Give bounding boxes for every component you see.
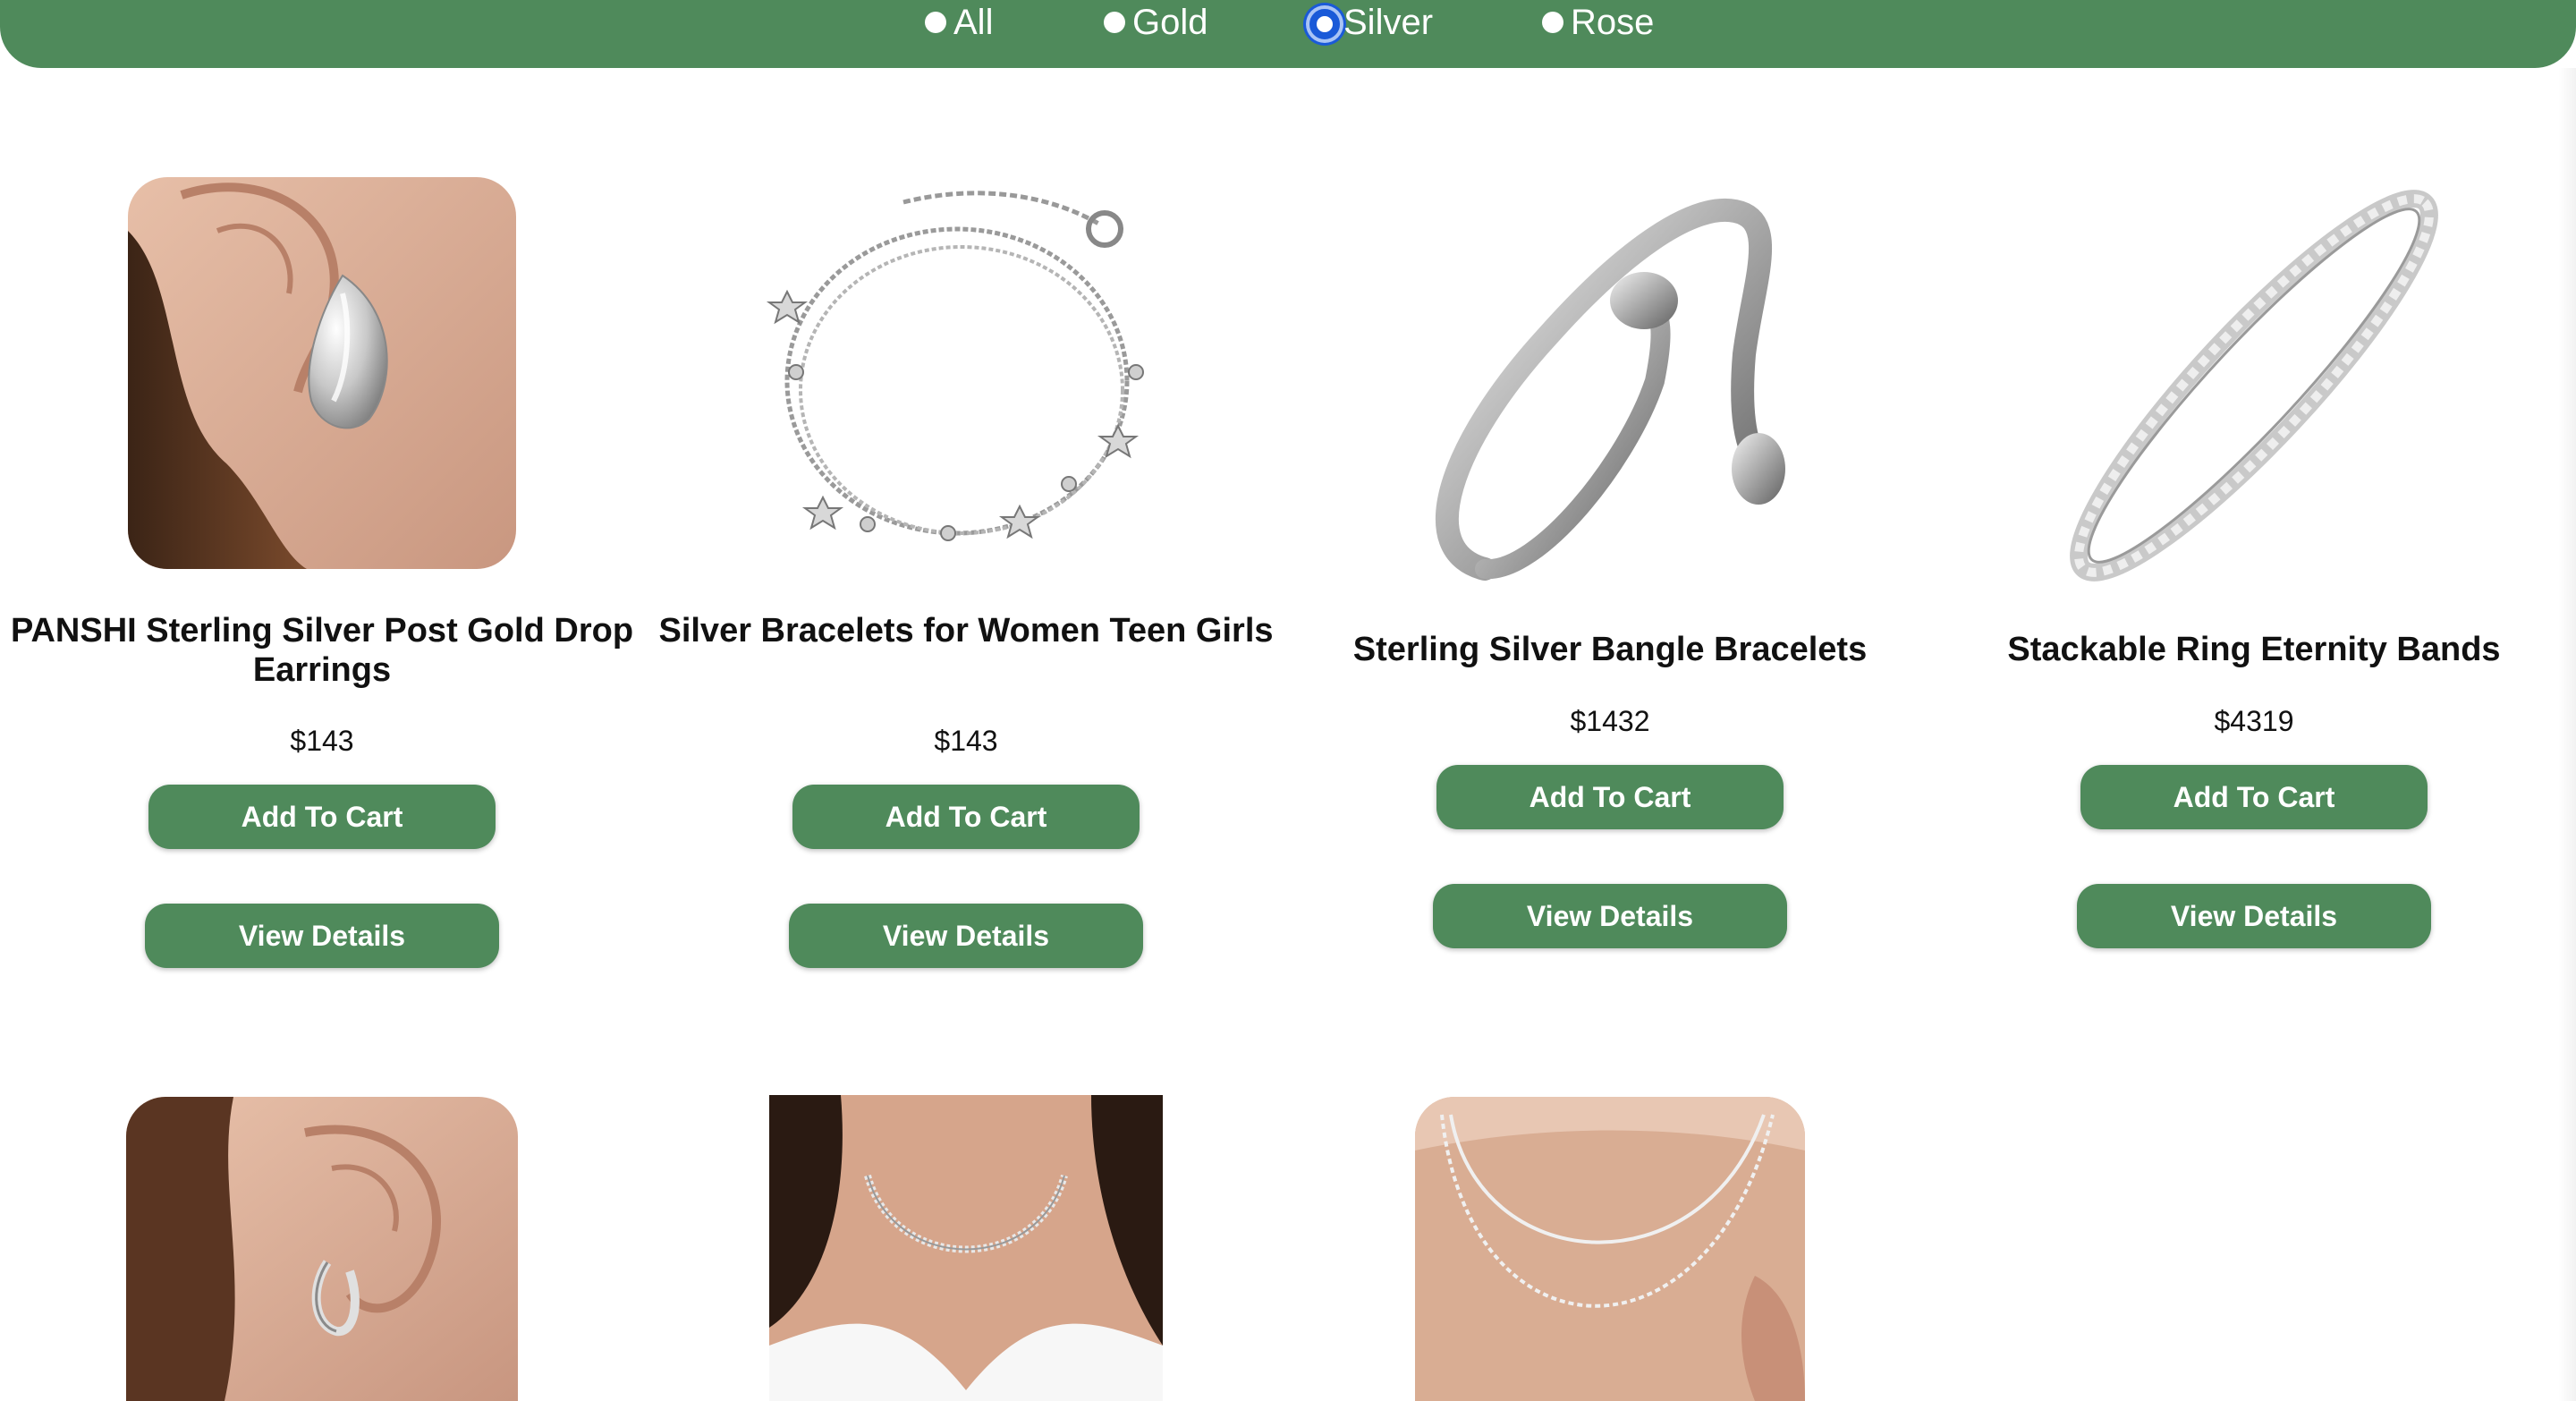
filter-label-gold: Gold xyxy=(1132,2,1208,42)
product-title: PANSHI Sterling Silver Post Gold Drop Ea… xyxy=(10,612,634,689)
product-image-hoop-earring[interactable] xyxy=(126,1097,518,1401)
view-details-button[interactable]: View Details xyxy=(145,904,499,968)
add-to-cart-button[interactable]: Add To Cart xyxy=(1436,765,1784,829)
add-to-cart-button[interactable]: Add To Cart xyxy=(2080,765,2428,829)
filter-label-rose: Rose xyxy=(1571,2,1655,42)
product-price: $143 xyxy=(290,725,354,757)
view-details-button[interactable]: View Details xyxy=(2077,884,2431,948)
product-title: Stackable Ring Eternity Bands xyxy=(2007,631,2501,668)
product-image-bangle[interactable] xyxy=(1395,175,1825,596)
radio-dot-icon[interactable] xyxy=(1542,12,1563,33)
filter-option-all[interactable]: All xyxy=(925,0,993,45)
filter-option-gold[interactable]: Gold xyxy=(1104,0,1208,45)
filter-bar: All Gold Silver Rose xyxy=(0,0,2576,68)
product-image-bracelet[interactable] xyxy=(760,175,1172,569)
product-price: $1432 xyxy=(1570,705,1650,737)
filter-option-silver[interactable]: Silver xyxy=(1309,0,1433,45)
product-title: Silver Bracelets for Women Teen Girls xyxy=(658,612,1274,650)
product-title: Sterling Silver Bangle Bracelets xyxy=(1352,631,1868,668)
radio-dot-icon[interactable] xyxy=(1104,12,1125,33)
product-image-ring[interactable] xyxy=(2039,175,2469,596)
view-details-button[interactable]: View Details xyxy=(1433,884,1787,948)
add-to-cart-button[interactable]: Add To Cart xyxy=(148,785,496,849)
product-price: $4319 xyxy=(2214,705,2294,737)
product-price: $143 xyxy=(934,725,998,757)
filter-label-all: All xyxy=(953,2,994,42)
product-image-tennis-necklace[interactable] xyxy=(769,1095,1163,1401)
radio-selected-icon[interactable] xyxy=(1309,9,1340,39)
view-details-button[interactable]: View Details xyxy=(789,904,1143,968)
radio-dot-icon[interactable] xyxy=(925,12,946,33)
filter-option-rose[interactable]: Rose xyxy=(1542,0,1654,45)
product-image-layered-necklace[interactable] xyxy=(1415,1097,1805,1401)
product-image-earring[interactable] xyxy=(128,177,516,569)
filter-label-silver: Silver xyxy=(1343,2,1434,42)
add-to-cart-button[interactable]: Add To Cart xyxy=(792,785,1140,849)
